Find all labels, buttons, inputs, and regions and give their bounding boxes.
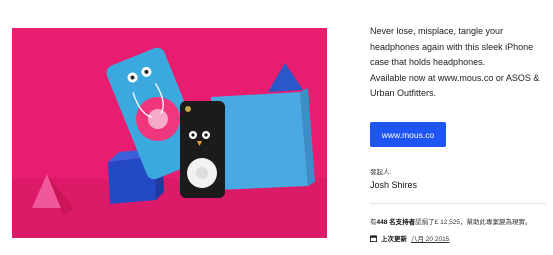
backers-count: 448 名支持者 [376, 219, 416, 226]
project-hero-image [12, 28, 327, 238]
description-line: Urban Outfitters. [370, 88, 437, 98]
backers-summary: 有448 名支持者認捐了£ 12,525，幫助此專案變為現實。 [370, 216, 550, 226]
project-description: Never lose, misplace, tangle your headph… [370, 24, 548, 102]
website-link-button[interactable]: www.mous.co [370, 122, 446, 147]
description-line: Never lose, misplace, tangle your [370, 26, 504, 36]
backers-suffix: 認捐了£ 12,525，幫助此專案變為現實。 [415, 219, 532, 226]
divider [370, 203, 546, 204]
last-updated: 上次更新 八月 20 2015 [370, 233, 449, 243]
description-line: case that holds headphones. [370, 57, 486, 67]
owner-label: 發起人: [370, 169, 392, 176]
calendar-icon [370, 234, 377, 242]
description-line: Available now at www.mous.co or ASOS & [370, 72, 540, 83]
description-line: headphones again with this sleek iPhone [370, 41, 534, 52]
last-updated-date[interactable]: 八月 20 2015 [411, 233, 449, 243]
last-updated-label: 上次更新 [381, 236, 407, 243]
owner-name[interactable]: Josh Shires [370, 180, 417, 190]
